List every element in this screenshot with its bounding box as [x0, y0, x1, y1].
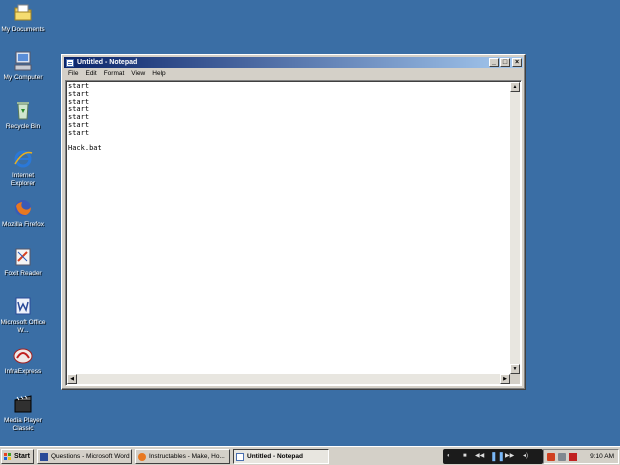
task-label: Untitled - Notepad	[247, 453, 303, 460]
security-icon[interactable]	[569, 453, 577, 461]
menu-view[interactable]: View	[128, 69, 148, 79]
scroll-up-button[interactable]: ▲	[510, 82, 520, 92]
window-title: Untitled - Notepad	[77, 59, 138, 66]
desktop-icon-label: InfraExpress	[4, 368, 42, 375]
desktop-icon-my-computer[interactable]: My Computer	[0, 50, 46, 82]
next-icon[interactable]: ▶▶	[505, 449, 514, 464]
infraexpress-icon	[12, 344, 34, 366]
desktop-icon-label: Media Player Classic	[4, 417, 42, 432]
desktop-icon-label: My Documents	[1, 26, 45, 33]
title-bar[interactable]: Untitled - Notepad _ □ ×	[64, 57, 523, 68]
taskbar: Start Questions - Microsoft Word Instruc…	[0, 446, 620, 465]
desktop-icon-foxit-reader[interactable]: Foxit Reader	[0, 246, 46, 278]
notepad-icon	[236, 453, 244, 461]
recycle-bin-icon	[12, 99, 34, 121]
previous-icon[interactable]: ◀◀	[475, 449, 484, 464]
task-label: Instructables - Make, Ho...	[149, 453, 225, 460]
scrollbar-corner	[510, 374, 520, 384]
desktop-icon-microsoft-office-word[interactable]: Microsoft Office W...	[0, 295, 46, 335]
desktop-icon-recycle-bin[interactable]: Recycle Bin	[0, 99, 46, 131]
desktop-icon-label: Recycle Bin	[5, 123, 41, 130]
desktop-icon-infraexpress[interactable]: InfraExpress	[0, 344, 46, 376]
desktop-icon-label: Mozilla Firefox	[2, 221, 44, 228]
close-button[interactable]: ×	[512, 58, 522, 67]
scroll-down-button[interactable]: ▼	[510, 364, 520, 374]
menu-bar: File Edit Format View Help	[64, 69, 523, 79]
notepad-icon	[66, 59, 74, 67]
desktop-icon-media-player-classic[interactable]: Media Player Classic	[0, 393, 46, 433]
clock[interactable]: 9:10 AM	[590, 450, 614, 463]
stop-icon[interactable]: ■	[463, 449, 467, 464]
vertical-scrollbar[interactable]: ▲ ▼	[510, 82, 520, 374]
word-icon	[40, 453, 48, 461]
scroll-right-button[interactable]: ▶	[500, 374, 510, 384]
scroll-left-button[interactable]: ◀	[67, 374, 77, 384]
text-editor[interactable]: start start start start start start star…	[65, 80, 522, 386]
play-pause-icon[interactable]: ❚❚	[490, 449, 505, 464]
desktop-icon-my-documents[interactable]: My Documents	[0, 2, 46, 34]
notepad-window[interactable]: Untitled - Notepad _ □ × File Edit Format V…	[61, 54, 526, 390]
start-button[interactable]: Start	[1, 449, 34, 464]
firefox-icon	[12, 197, 34, 219]
menu-help[interactable]: Help	[149, 69, 168, 79]
computer-icon	[12, 50, 34, 72]
task-label: Questions - Microsoft Word	[51, 453, 130, 460]
internet-explorer-icon	[12, 148, 34, 170]
task-button-instructables[interactable]: Instructables - Make, Ho...	[135, 449, 230, 464]
media-player-toolbar[interactable]: ◐ ■ ◀◀ ❚❚ ▶▶ ◂)	[443, 449, 543, 464]
system-tray: 9:10 AM	[543, 449, 619, 464]
media-player-icon	[12, 393, 34, 415]
desktop-icon-label: Foxit Reader	[4, 270, 42, 277]
desktop-icon-label: Microsoft Office W...	[0, 319, 46, 334]
minimize-button[interactable]: _	[489, 58, 499, 67]
volume-icon[interactable]: ◂)	[523, 449, 528, 464]
media-restore-icon[interactable]: ◐	[447, 449, 451, 464]
network-icon[interactable]	[558, 453, 566, 461]
horizontal-scrollbar[interactable]: ◀ ▶	[67, 374, 510, 384]
desktop-icon-label: Internet Explorer	[10, 172, 36, 187]
menu-format[interactable]: Format	[101, 69, 128, 79]
task-button-word[interactable]: Questions - Microsoft Word	[37, 449, 132, 464]
desktop-icon-mozilla-firefox[interactable]: Mozilla Firefox	[0, 197, 46, 229]
word-icon	[12, 295, 34, 317]
document-text[interactable]: start start start start start start star…	[68, 83, 509, 373]
task-button-notepad[interactable]: Untitled - Notepad	[233, 449, 329, 464]
firefox-icon	[138, 453, 146, 461]
windows-logo-icon	[4, 453, 12, 460]
maximize-button[interactable]: □	[500, 58, 510, 67]
menu-file[interactable]: File	[65, 69, 81, 79]
desktop-icon-label: My Computer	[3, 74, 43, 81]
menu-edit[interactable]: Edit	[82, 69, 99, 79]
desktop-icon-internet-explorer[interactable]: Internet Explorer	[0, 148, 46, 188]
start-label: Start	[14, 453, 30, 460]
foxit-reader-icon	[12, 246, 34, 268]
folder-icon	[12, 2, 34, 24]
tray-app-icon[interactable]	[547, 453, 555, 461]
